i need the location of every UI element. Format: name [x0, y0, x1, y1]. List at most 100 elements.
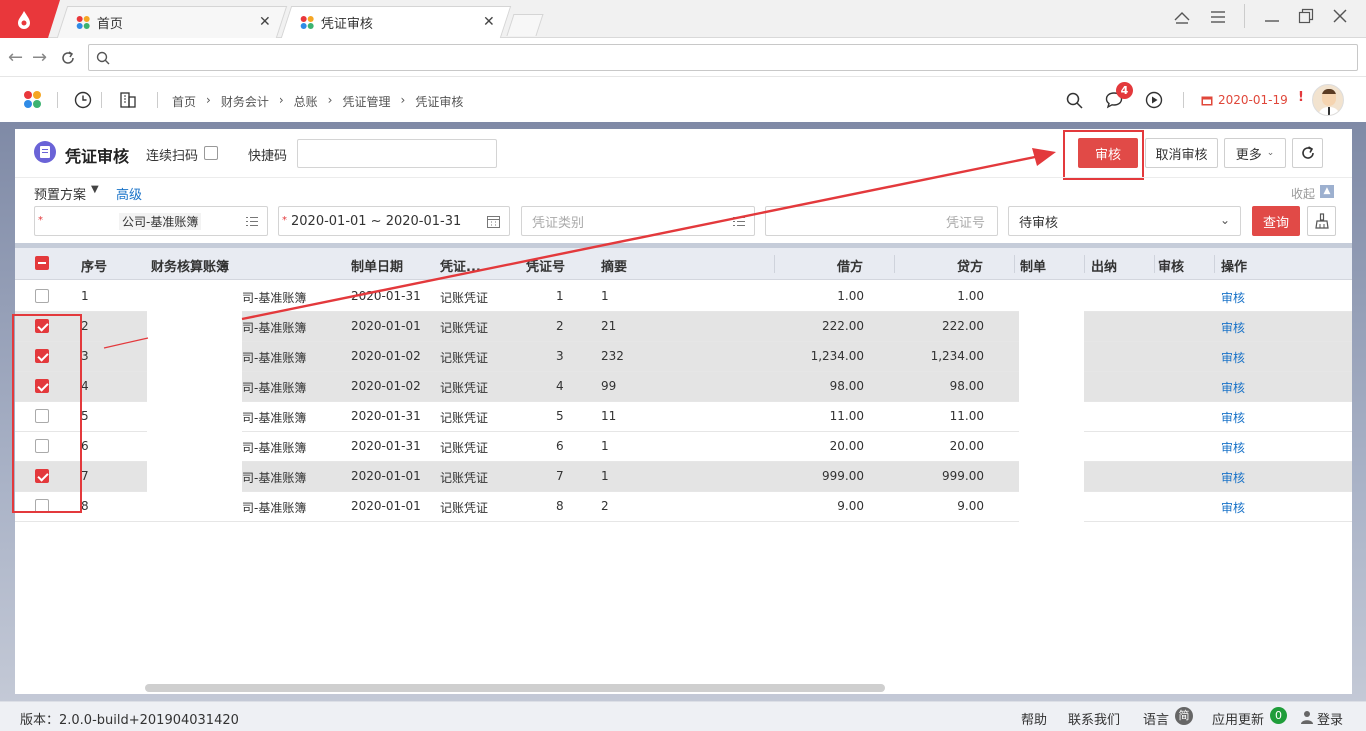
minimize-icon[interactable] — [1264, 10, 1280, 24]
cell-credit: 20.00 — [949, 439, 984, 453]
flame-icon — [18, 11, 30, 29]
continuous-scan-label: 连续扫码 — [146, 149, 199, 164]
row-audit-link[interactable]: 审核 — [1221, 349, 1245, 366]
tab-label: 凭证审核 — [320, 17, 373, 32]
cell-summary: 1 — [601, 469, 609, 483]
breadcrumb-item-home[interactable]: 首页 — [172, 93, 196, 110]
contact-link[interactable]: 联系我们 — [1068, 709, 1120, 728]
status-bar: 版本：2.0.0-build+201904031420 帮助 联系我们 语言 简… — [0, 701, 1366, 731]
forward-icon[interactable]: → — [32, 47, 47, 68]
divider — [101, 92, 102, 108]
highlight-box-checkboxes — [12, 314, 82, 513]
language-label[interactable]: 语言 — [1143, 709, 1169, 728]
row-audit-link[interactable]: 审核 — [1221, 469, 1245, 486]
row-audit-link[interactable]: 审核 — [1221, 499, 1245, 516]
more-button[interactable]: 更多 ⌄ — [1224, 138, 1286, 168]
language-badge[interactable]: 简 — [1175, 707, 1193, 725]
col-voucher-type[interactable]: 凭证... — [440, 256, 481, 275]
breadcrumb-item-finance[interactable]: 财务会计 — [221, 93, 269, 110]
collapse-label[interactable]: 收起 — [1291, 185, 1315, 202]
col-maker[interactable]: 制单 — [1020, 256, 1046, 275]
col-summary[interactable]: 摘要 — [601, 256, 627, 275]
ledger-select[interactable]: * 公司-基准账簿 — [34, 206, 268, 236]
browser-tab-home[interactable]: 首页 ✕ — [56, 6, 288, 38]
voucher-type-select[interactable]: 凭证类别 — [521, 206, 755, 236]
col-auditor[interactable]: 审核 — [1158, 256, 1184, 275]
row-audit-link[interactable]: 审核 — [1221, 319, 1245, 336]
skin-icon[interactable] — [1174, 10, 1190, 24]
url-input[interactable] — [88, 44, 1358, 71]
row-audit-link[interactable]: 审核 — [1221, 409, 1245, 426]
row-audit-link[interactable]: 审核 — [1221, 379, 1245, 396]
update-count-badge: 0 — [1270, 707, 1287, 724]
cell-debit: 11.00 — [829, 409, 864, 423]
cell-debit: 222.00 — [822, 319, 864, 333]
breadcrumb-item-voucher-mgmt[interactable]: 凭证管理 — [342, 93, 390, 110]
cell-debit: 98.00 — [829, 379, 864, 393]
search-icon[interactable] — [1066, 92, 1083, 109]
app-update-label[interactable]: 应用更新 — [1212, 709, 1264, 728]
cell-summary: 11 — [601, 409, 617, 423]
row-audit-link[interactable]: 审核 — [1221, 439, 1245, 456]
row-checkbox[interactable] — [35, 289, 49, 303]
browser-logo[interactable] — [0, 0, 60, 38]
list-icon[interactable] — [733, 216, 745, 227]
date-range-picker[interactable]: * 2020-01-01 ~ 2020-01-31 — [278, 206, 510, 236]
cell-voucher-type: 记账凭证 — [440, 411, 489, 425]
clear-button[interactable] — [1307, 206, 1336, 236]
continuous-scan-checkbox[interactable] — [204, 146, 218, 160]
back-icon[interactable]: ← — [8, 47, 23, 68]
menu-icon[interactable] — [1210, 10, 1226, 24]
voucher-no-input[interactable]: 凭证号 — [765, 206, 998, 236]
cell-voucher-type: 记账凭证 — [440, 291, 489, 305]
refresh-icon[interactable] — [60, 50, 76, 66]
list-icon[interactable] — [246, 216, 258, 227]
select-all-checkbox[interactable] — [35, 256, 49, 270]
col-cashier[interactable]: 出纳 — [1091, 256, 1117, 275]
play-icon[interactable] — [1145, 91, 1163, 109]
avatar[interactable] — [1312, 84, 1344, 116]
status-select[interactable]: 待审核 ⌄ — [1008, 206, 1241, 236]
current-date[interactable]: 2020-01-19 — [1218, 93, 1288, 107]
browser-tab-voucher-audit[interactable]: 凭证审核 ✕ — [280, 6, 512, 38]
col-action[interactable]: 操作 — [1221, 256, 1247, 275]
advanced-link[interactable]: 高级 — [116, 184, 142, 203]
cell-voucher-type: 记账凭证 — [440, 471, 489, 485]
col-ledger[interactable]: 财务核算账簿 — [151, 256, 229, 275]
help-link[interactable]: 帮助 — [1021, 709, 1047, 728]
quick-code-label: 快捷码 — [248, 149, 288, 164]
clock-icon[interactable] — [74, 91, 92, 109]
quick-code-input[interactable] — [297, 139, 497, 168]
close-icon[interactable]: ✕ — [259, 14, 271, 30]
refresh-button[interactable] — [1292, 138, 1323, 168]
calendar-icon[interactable] — [487, 215, 500, 228]
col-date[interactable]: 制单日期 — [351, 256, 403, 275]
chevron-up-icon[interactable]: ▲ — [1320, 185, 1334, 198]
close-icon[interactable]: ✕ — [483, 14, 495, 30]
cancel-audit-button[interactable]: 取消审核 — [1145, 138, 1218, 168]
login-link[interactable]: 登录 — [1317, 709, 1343, 728]
col-index[interactable]: 序号 — [81, 256, 107, 275]
app-logo-icon[interactable] — [24, 91, 42, 109]
breadcrumb-item-ledger[interactable]: 总账 — [294, 93, 318, 110]
cell-summary: 21 — [601, 319, 617, 333]
preset-scheme-label[interactable]: 预置方案 — [34, 184, 86, 203]
col-credit[interactable]: 贷方 — [957, 256, 983, 275]
col-voucher-no[interactable]: 凭证号 — [526, 256, 565, 275]
cell-voucher-no: 2 — [556, 319, 564, 333]
query-button[interactable]: 查询 — [1252, 206, 1300, 236]
restore-icon[interactable] — [1298, 8, 1314, 24]
cell-date: 2020-01-02 — [351, 349, 421, 363]
new-tab-button[interactable] — [506, 14, 544, 36]
app-logo-icon — [76, 15, 91, 30]
voucher-no-placeholder: 凭证号 — [945, 215, 985, 231]
row-audit-link[interactable]: 审核 — [1221, 289, 1245, 306]
building-icon[interactable] — [119, 91, 137, 109]
cell-index: 8 — [81, 499, 89, 513]
horizontal-scrollbar[interactable] — [145, 684, 885, 692]
cell-index: 1 — [81, 289, 89, 303]
caret-down-icon[interactable]: ▼ — [91, 184, 99, 195]
col-debit[interactable]: 借方 — [837, 256, 863, 275]
close-window-icon[interactable] — [1332, 8, 1348, 24]
cell-voucher-no: 7 — [556, 469, 564, 483]
